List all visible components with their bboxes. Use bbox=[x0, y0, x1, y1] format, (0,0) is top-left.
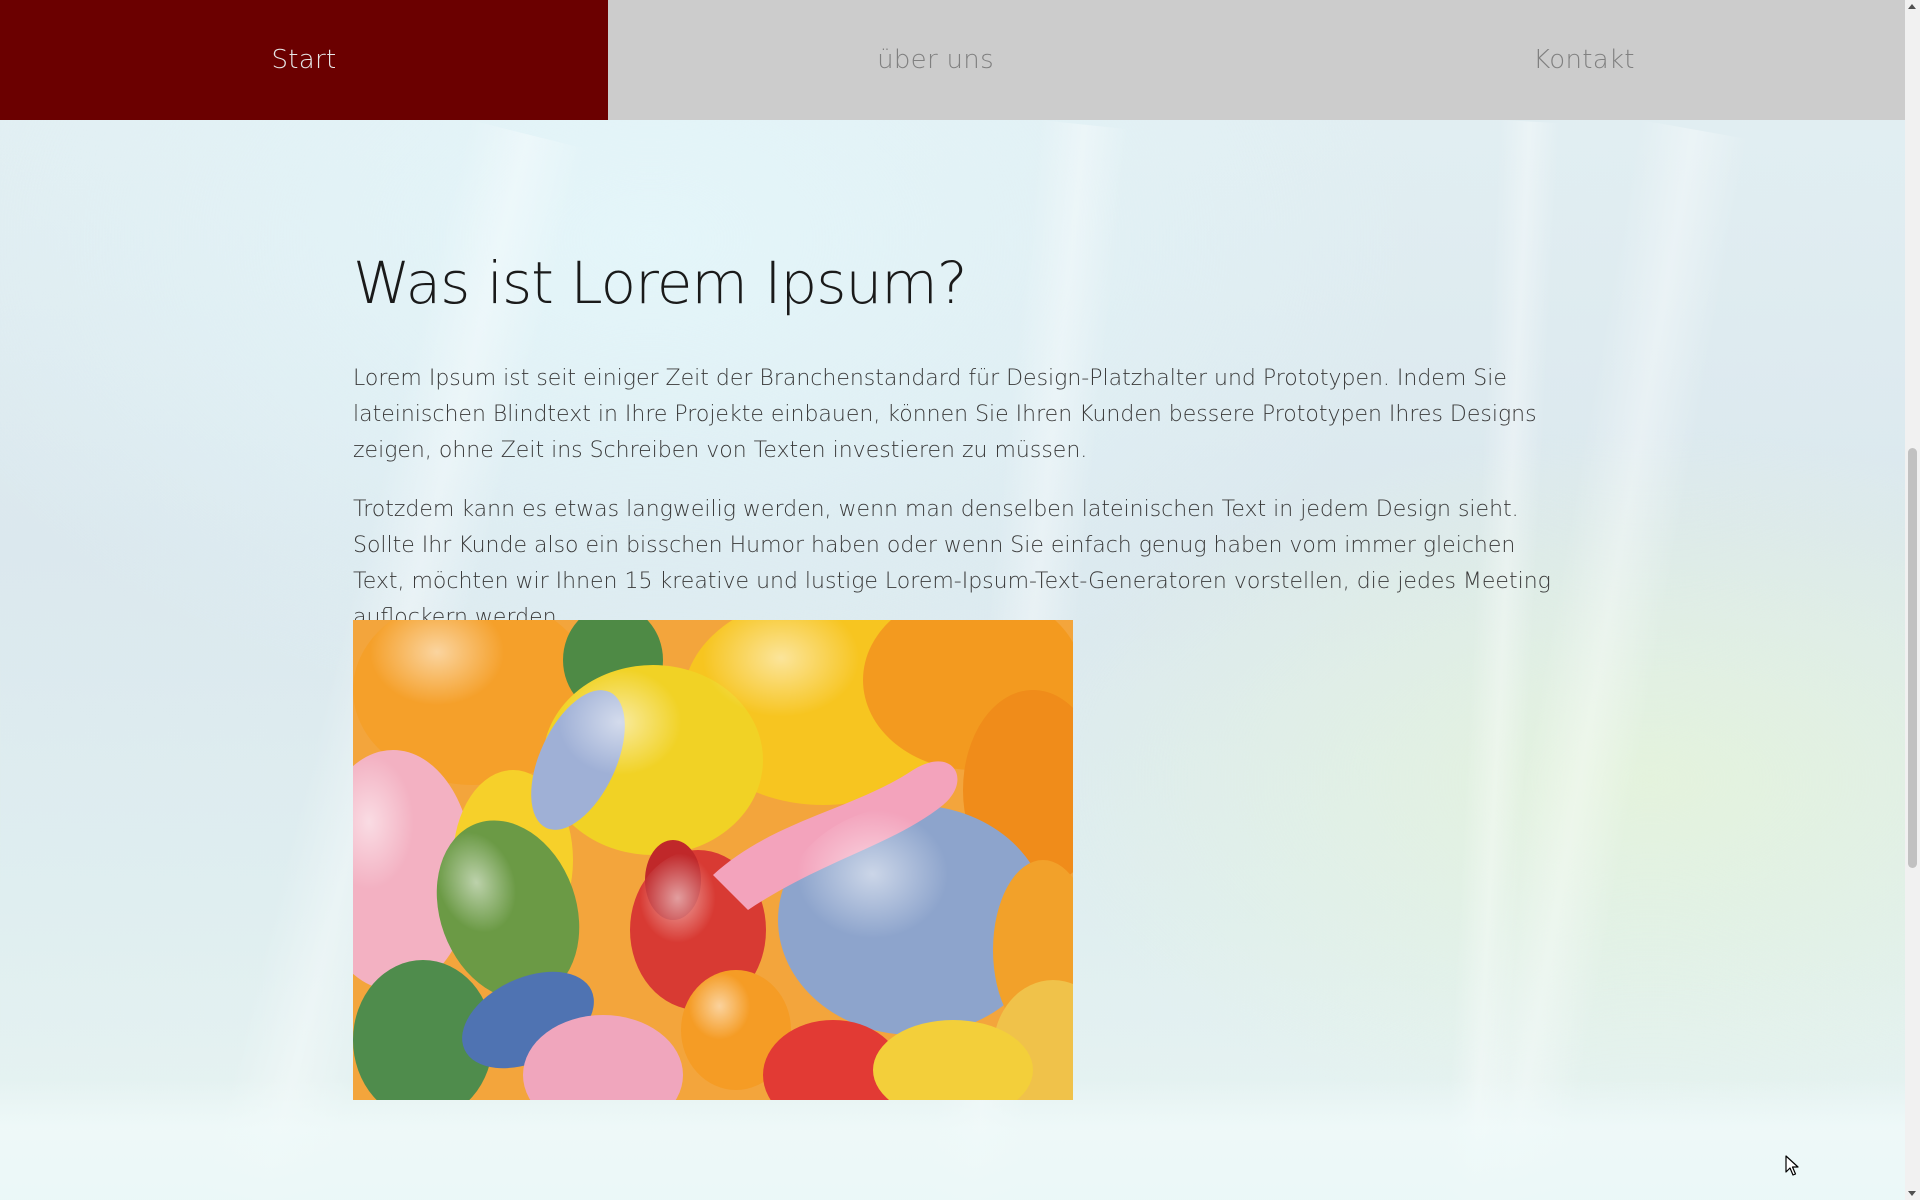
balloons-illustration bbox=[353, 620, 1073, 1100]
mouse-pointer-icon bbox=[1785, 1155, 1801, 1181]
balloons-image bbox=[353, 620, 1073, 1100]
intro-paragraph: Lorem Ipsum ist seit einiger Zeit der Br… bbox=[353, 366, 1537, 463]
scroll-down-arrow-icon[interactable] bbox=[1908, 1191, 1916, 1196]
nav-item-contact[interactable]: Kontakt bbox=[1263, 0, 1905, 120]
nav-item-contact-label: Kontakt bbox=[1533, 45, 1635, 75]
page-title: Was ist Lorem Ipsum? bbox=[353, 249, 968, 317]
nav-item-about-us-label: über uns bbox=[877, 45, 994, 75]
vertical-scrollbar[interactable] bbox=[1905, 0, 1920, 1200]
scroll-up-arrow-icon[interactable] bbox=[1908, 4, 1916, 9]
main-content: Was ist Lorem Ipsum? Lorem Ipsum ist sei… bbox=[353, 245, 1553, 636]
nav-item-about-us[interactable]: über uns bbox=[608, 0, 1263, 120]
second-paragraph: Trotzdem kann es etwas langweilig werden… bbox=[353, 497, 1551, 630]
top-navigation: Start über uns Kontakt bbox=[0, 0, 1905, 120]
nav-item-start-label: Start bbox=[271, 45, 337, 75]
scrollbar-thumb[interactable] bbox=[1908, 448, 1917, 868]
nav-item-start[interactable]: Start bbox=[0, 0, 608, 120]
